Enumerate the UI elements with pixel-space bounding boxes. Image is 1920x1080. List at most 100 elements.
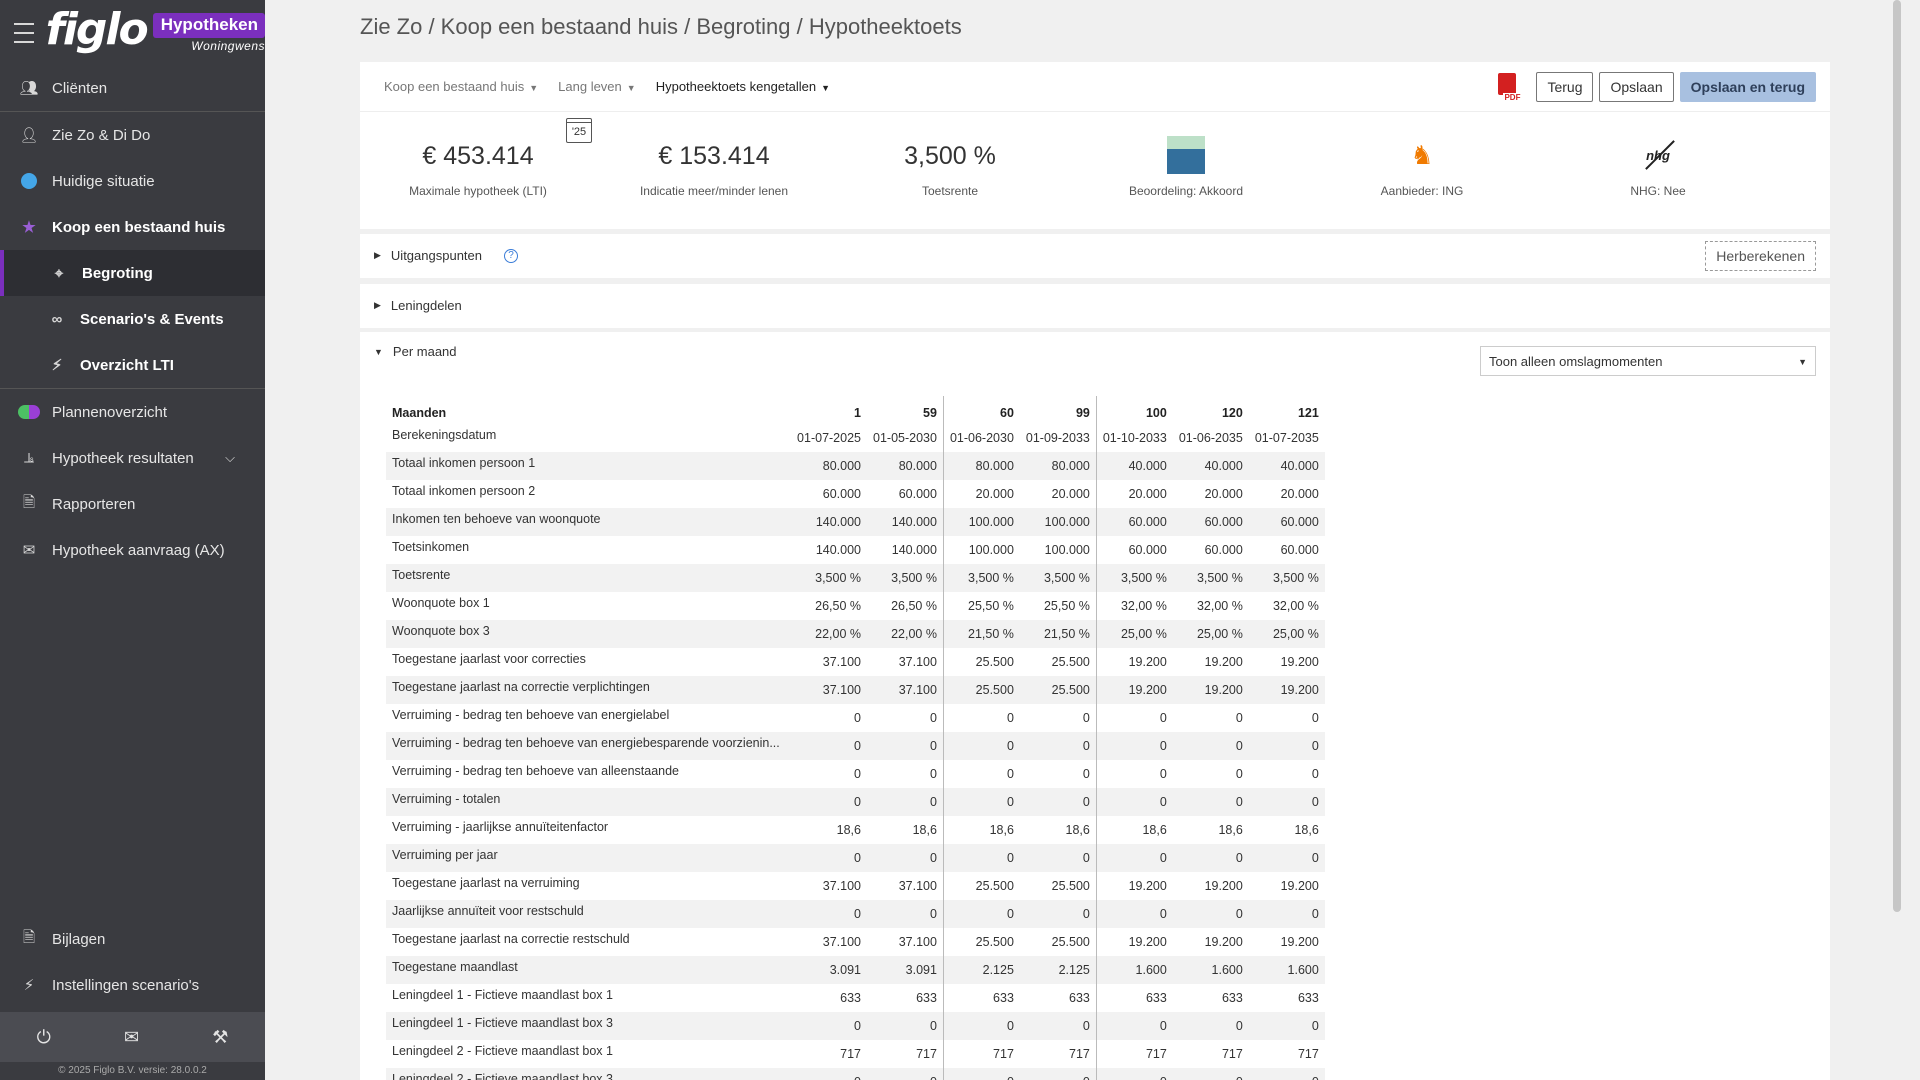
table-cell: 19.200 — [1280, 935, 1319, 949]
row-label: Verruiming - jaarlijkse annuïteitenfacto… — [392, 820, 609, 834]
menu-plan[interactable]: Lang leven ▼ — [558, 79, 636, 94]
table-cell: 0 — [791, 732, 867, 760]
table-cell: 01-07-2035 — [1254, 431, 1319, 445]
table-cell: 25,50 % — [1043, 599, 1090, 613]
row-label: Leningdeel 1 - Fictieve maandlast box 1 — [392, 988, 613, 1002]
column-header: 99 — [1075, 406, 1090, 420]
table-cell: 19.200 — [1204, 879, 1243, 893]
table-row: Toegestane jaarlast voor correcties 37.10… — [386, 648, 1325, 676]
kpi-value: € 153.414 — [658, 142, 770, 170]
table-cell: 100.000 — [942, 536, 1020, 564]
table-cell: 26,50 % — [815, 599, 861, 613]
sidebar-item-client[interactable]: 👤︎ Zie Zo & Di Do — [0, 112, 265, 158]
table-cell: 60.000 — [898, 487, 937, 501]
pdf-icon[interactable]: PDF — [1496, 73, 1522, 102]
hamburger-menu-icon[interactable] — [14, 22, 34, 43]
table-cell: 3,500 % — [1095, 564, 1173, 592]
table-cell: 19.200 — [1095, 648, 1173, 676]
table-cell: 32,00 % — [1196, 599, 1243, 613]
table-cell: 19.200 — [1172, 676, 1249, 704]
table-cell: 19.200 — [1204, 935, 1243, 949]
table-cell: 0 — [854, 711, 861, 725]
table-cell: 37.100 — [867, 676, 944, 704]
sidebar-item-rapporteren[interactable]: 🗎 Rapporteren — [0, 481, 265, 527]
user-icon: 👤︎ — [19, 127, 39, 144]
power-icon[interactable]: ⏻ — [37, 1027, 51, 1048]
table-cell: 0 — [867, 900, 944, 928]
kpi-value: € 453.414 — [422, 142, 534, 170]
save-button[interactable]: Opslaan — [1599, 72, 1674, 102]
toolbar: Koop een bestaand huis ▼ Lang leven ▼ Hypo… — [360, 62, 1830, 112]
accordion-header[interactable]: ▶ Leningdelen — [374, 298, 462, 313]
sidebar-item-hypotheek-aanvraag[interactable]: ✉ Hypotheek aanvraag (AX) — [0, 527, 265, 573]
sidebar-item-overzicht-lti[interactable]: ⚡︎ Overzicht LTI — [0, 342, 265, 388]
table-cell: 22,00 % — [867, 620, 944, 648]
scrollbar[interactable] — [1893, 0, 1901, 912]
accordion-header[interactable]: ▼ Per maand — [374, 344, 457, 359]
table-cell: 0 — [942, 1068, 1020, 1080]
select-value: Toon alleen omslagmomenten — [1489, 354, 1663, 369]
back-button[interactable]: Terug — [1536, 72, 1594, 102]
table-cell: 2.125 — [1019, 956, 1097, 984]
table-cell: 0 — [1019, 900, 1097, 928]
table-cell: 0 — [1172, 900, 1249, 928]
table-header-row: Maanden 1 59 60 99 100 120 121 — [386, 396, 1325, 424]
toolbar-menus: Koop een bestaand huis ▼ Lang leven ▼ Hypo… — [384, 79, 830, 94]
table-cell: 717 — [1221, 1047, 1243, 1061]
table-cell: 60.000 — [1095, 536, 1173, 564]
sidebar-item-koop-bestaand-huis[interactable]: ★ Koop een bestaand huis — [0, 204, 265, 250]
filter-select[interactable]: Toon alleen omslagmomenten ▼ — [1480, 346, 1816, 376]
table-cell: 633 — [1095, 984, 1173, 1012]
row-label: Leningdeel 2 - Fictieve maandlast box 3 — [386, 1068, 791, 1080]
section-per-maand: ▼ Per maand Toon alleen omslagmomenten ▼… — [360, 332, 1830, 1080]
table-row: Berekeningsdatum 01-07-2025 01-05-2030 0… — [386, 424, 1325, 452]
table-cell: 0 — [1095, 788, 1173, 816]
table-cell: 0 — [942, 732, 1020, 760]
mail-icon[interactable]: ✉ — [124, 1027, 139, 1048]
sidebar-item-huidige-situatie[interactable]: Huidige situatie — [0, 158, 265, 204]
sidebar-item-instellingen-scenarios[interactable]: ⚡︎ Instellingen scenario's — [0, 962, 265, 1008]
sidebar-item-clienten[interactable]: 👥︎ Cliënten — [0, 65, 265, 111]
sidebar-item-label: Bijlagen — [52, 930, 106, 948]
row-label: Toegestane maandlast — [386, 956, 791, 984]
row-label: Jaarlijkse annuïteit voor restschuld — [386, 900, 791, 928]
menu-view[interactable]: Hypotheektoets kengetallen ▼ — [656, 79, 830, 94]
sidebar-item-label: Hypotheek aanvraag (AX) — [52, 541, 225, 559]
table-cell: 0 — [1019, 788, 1097, 816]
table-cell: 18,6 — [942, 816, 1020, 844]
calendar-icon[interactable]: '25 — [566, 118, 592, 143]
table-cell: 0 — [791, 900, 867, 928]
table-row: Toegestane jaarlast na correctie restsch… — [386, 928, 1325, 956]
table-cell: 60.000 — [1204, 543, 1243, 557]
table-cell: 0 — [1248, 788, 1325, 816]
column-header: 100 — [1095, 396, 1173, 424]
section-leningdelen: ▶ Leningdelen — [360, 284, 1830, 328]
table-cell: 0 — [791, 1068, 867, 1080]
sidebar-item-begroting[interactable]: ⌖ Begroting — [0, 250, 265, 296]
table-cell: 0 — [1019, 1068, 1097, 1080]
sidebar-item-plannenoverzicht[interactable]: Plannenoverzicht — [0, 389, 265, 435]
help-icon[interactable]: ? — [504, 248, 518, 263]
row-label: Totaal inkomen persoon 1 — [386, 452, 791, 480]
chevron-down-icon[interactable]: ⌵ — [225, 450, 235, 466]
table-cell: 19.200 — [1248, 676, 1325, 704]
sidebar-item-bijlagen[interactable]: 🗎 Bijlagen — [0, 916, 265, 962]
sidebar-item-scenarios-events[interactable]: ∞ Scenario's & Events — [0, 296, 265, 342]
save-and-back-button[interactable]: Opslaan en terug — [1679, 72, 1816, 102]
caret-down-icon: ▼ — [529, 83, 539, 93]
table-row: Toetsrente 3,500 % 3,500 % 3,500 % 3,500 % 3,… — [386, 564, 1325, 592]
table-cell: 40.000 — [1248, 452, 1325, 480]
table-row: Woonquote box 1 26,50 % 26,50 % 25,50 % 25,5… — [386, 592, 1325, 620]
table-cell: 80.000 — [791, 452, 867, 480]
accordion-header[interactable]: ▶ Uitgangspunten ? — [374, 248, 518, 263]
table-cell: 140.000 — [867, 508, 944, 536]
caret-down-icon: ▼ — [821, 83, 831, 93]
kpi-assessment: Beoordeling: Akkoord — [1068, 112, 1304, 198]
menu-scenario[interactable]: Koop een bestaand huis ▼ — [384, 79, 538, 94]
table-cell: 3,500 % — [942, 564, 1020, 592]
table-cell: 140.000 — [815, 543, 861, 557]
recalculate-button[interactable]: Herberekenen — [1705, 241, 1816, 271]
tools-icon[interactable]: ⚒ — [212, 1027, 228, 1048]
toolbar-actions: PDF Terug Opslaan Opslaan en terug — [1496, 72, 1816, 102]
sidebar-item-hypotheek-resultaten[interactable]: ⫡ Hypotheek resultaten ⌵ — [0, 435, 265, 481]
